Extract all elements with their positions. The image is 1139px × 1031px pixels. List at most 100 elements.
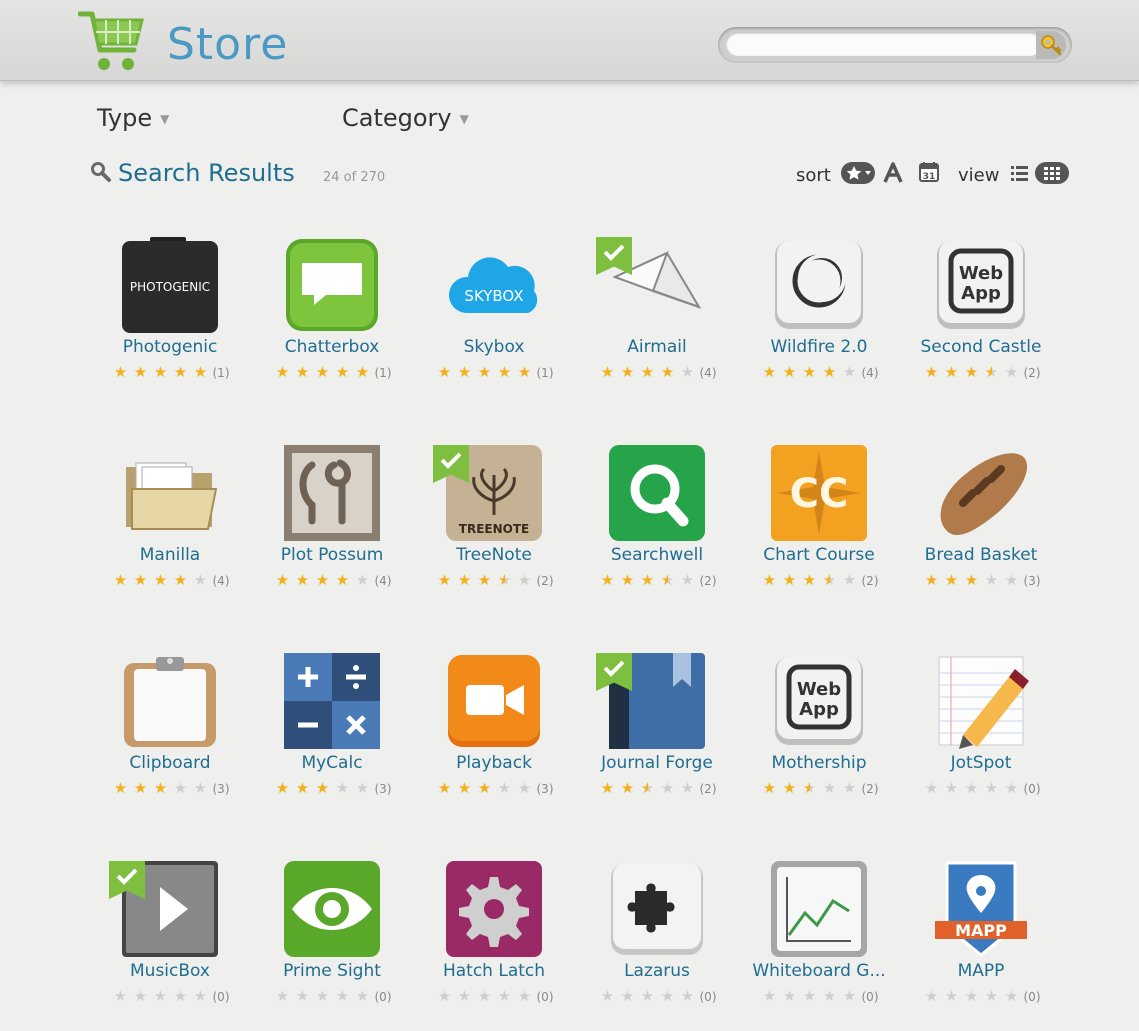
- app-tile[interactable]: Searchwell ★ ★ ★ ★ ★ (2): [576, 445, 738, 615]
- clipboard-icon[interactable]: [122, 653, 218, 749]
- app-name[interactable]: Photogenic: [83, 337, 257, 357]
- grid-view-button[interactable]: [1035, 162, 1069, 188]
- puzzle-icon[interactable]: [609, 861, 705, 957]
- app-name[interactable]: Bread Basket: [894, 545, 1068, 565]
- web-app-icon[interactable]: Web App: [933, 237, 1029, 333]
- app-name[interactable]: Clipboard: [83, 753, 257, 773]
- star-icon: ★: [640, 571, 655, 589]
- star-icon: ★: [842, 987, 857, 1005]
- ring-icon[interactable]: [771, 237, 867, 333]
- map-pin-icon[interactable]: MAPP: [933, 861, 1029, 957]
- app-name[interactable]: Manilla: [83, 545, 257, 565]
- app-tile[interactable]: Bread Basket ★ ★ ★ ★ ★ (3): [900, 445, 1062, 615]
- star-icon: ★: [762, 571, 777, 589]
- app-name[interactable]: Airmail: [570, 337, 744, 357]
- star-icon: ★: [153, 987, 168, 1005]
- app-tile[interactable]: MusicBox ★ ★ ★ ★ ★ (0): [89, 861, 251, 1031]
- app-tile[interactable]: Lazarus ★ ★ ★ ★ ★ (0): [576, 861, 738, 1031]
- app-name[interactable]: Journal Forge: [570, 753, 744, 773]
- gear-icon[interactable]: [446, 861, 542, 957]
- app-name[interactable]: Chart Course: [732, 545, 906, 565]
- sort-alphabetical-button[interactable]: [883, 162, 903, 188]
- type-filter-dropdown[interactable]: Type ▼: [97, 104, 169, 132]
- folder-icon[interactable]: [122, 445, 218, 541]
- star-icon: ★: [295, 571, 310, 589]
- app-tile[interactable]: Wildfire 2.0 ★ ★ ★ ★ ★ (4): [738, 237, 900, 407]
- svg-text:Web: Web: [797, 679, 841, 700]
- app-tile[interactable]: PHOTOGENIC Photogenic ★ ★ ★ ★ ★ (1): [89, 237, 251, 407]
- star-icon: ★: [477, 987, 492, 1005]
- app-tile[interactable]: Web App Second Castle ★ ★ ★ ★ ★ (2): [900, 237, 1062, 407]
- magnifier-q-icon[interactable]: [609, 445, 705, 541]
- app-name[interactable]: Hatch Latch: [407, 961, 581, 981]
- app-name[interactable]: Playback: [407, 753, 581, 773]
- app-name[interactable]: MyCalc: [245, 753, 419, 773]
- plot-possum-icon[interactable]: [284, 445, 380, 541]
- app-tile[interactable]: JotSpot ★ ★ ★ ★ ★ (0): [900, 653, 1062, 823]
- rating-count: (2): [861, 574, 879, 588]
- app-tile[interactable]: MAPP MAPP ★ ★ ★ ★ ★ (0): [900, 861, 1062, 1031]
- star-icon: ★: [477, 363, 492, 381]
- star-icon: ★: [640, 987, 655, 1005]
- photogenic-icon[interactable]: PHOTOGENIC: [122, 237, 218, 333]
- app-tile[interactable]: Plot Possum ★ ★ ★ ★ ★ (4): [251, 445, 413, 615]
- rating-count: (4): [861, 366, 879, 380]
- app-tile[interactable]: Journal Forge ★ ★ ★ ★ ★ (2): [576, 653, 738, 823]
- app-name[interactable]: TreeNote: [407, 545, 581, 565]
- web-app-icon[interactable]: Web App: [771, 653, 867, 749]
- app-tile[interactable]: Whiteboard G... ★ ★ ★ ★ ★ (0): [738, 861, 900, 1031]
- star-icon: ★: [437, 779, 452, 797]
- app-tile[interactable]: Clipboard ★ ★ ★ ★ ★ (3): [89, 653, 251, 823]
- app-name[interactable]: Prime Sight: [245, 961, 419, 981]
- app-tile[interactable]: Prime Sight ★ ★ ★ ★ ★ (0): [251, 861, 413, 1031]
- app-name[interactable]: Second Castle: [894, 337, 1068, 357]
- star-icon: ★: [457, 779, 472, 797]
- app-tile[interactable]: Chatterbox ★ ★ ★ ★ ★ (1): [251, 237, 413, 407]
- app-name[interactable]: Lazarus: [570, 961, 744, 981]
- app-name[interactable]: Wildfire 2.0: [732, 337, 906, 357]
- results-count: 24 of 270: [323, 170, 386, 185]
- app-name[interactable]: MusicBox: [83, 961, 257, 981]
- cloud-icon[interactable]: SKYBOX: [446, 237, 542, 333]
- app-tile[interactable]: Airmail ★ ★ ★ ★ ★ (4): [576, 237, 738, 407]
- compass-cc-icon[interactable]: CC: [771, 445, 867, 541]
- list-view-button[interactable]: [1010, 163, 1030, 187]
- app-name[interactable]: Searchwell: [570, 545, 744, 565]
- bread-icon[interactable]: [933, 445, 1029, 541]
- app-tile[interactable]: CC Chart Course ★ ★ ★ ★ ★ (2): [738, 445, 900, 615]
- eye-icon[interactable]: [284, 861, 380, 957]
- app-tile[interactable]: Manilla ★ ★ ★ ★ ★ (4): [89, 445, 251, 615]
- search-button[interactable]: [1036, 31, 1066, 59]
- star-icon: ★: [517, 363, 532, 381]
- app-name[interactable]: Plot Possum: [245, 545, 419, 565]
- app-tile[interactable]: Web App Mothership ★ ★ ★ ★ ★ (2): [738, 653, 900, 823]
- pencil-paper-icon[interactable]: [933, 653, 1029, 749]
- rating-count: (4): [212, 574, 230, 588]
- rating-count: (3): [536, 782, 554, 796]
- search-input[interactable]: [726, 32, 1042, 56]
- star-icon: ★: [658, 571, 678, 589]
- video-camera-icon[interactable]: [446, 653, 542, 749]
- whiteboard-chart-icon[interactable]: [771, 861, 867, 957]
- app-tile[interactable]: TREENOTE TreeNote ★ ★ ★ ★ ★ (2): [413, 445, 575, 615]
- header-bar: Store: [0, 0, 1139, 81]
- calculator-icon[interactable]: [284, 653, 380, 749]
- app-name[interactable]: JotSpot: [894, 753, 1068, 773]
- star-icon: ★: [964, 987, 979, 1005]
- app-name[interactable]: MAPP: [894, 961, 1068, 981]
- app-tile[interactable]: Hatch Latch ★ ★ ★ ★ ★ (0): [413, 861, 575, 1031]
- sort-by-rating-button[interactable]: [841, 162, 875, 188]
- app-name[interactable]: Skybox: [407, 337, 581, 357]
- app-name[interactable]: Whiteboard G...: [732, 961, 906, 981]
- app-tile[interactable]: MyCalc ★ ★ ★ ★ ★ (3): [251, 653, 413, 823]
- chat-bubble-icon[interactable]: [284, 237, 380, 333]
- app-name[interactable]: Chatterbox: [245, 337, 419, 357]
- star-icon: ★: [437, 363, 452, 381]
- app-tile[interactable]: Playback ★ ★ ★ ★ ★ (3): [413, 653, 575, 823]
- sort-by-date-button[interactable]: 31: [918, 161, 940, 187]
- app-tile[interactable]: SKYBOX Skybox ★ ★ ★ ★ ★ (1): [413, 237, 575, 407]
- star-icon: ★: [820, 571, 840, 589]
- star-icon: ★: [600, 363, 615, 381]
- app-name[interactable]: Mothership: [732, 753, 906, 773]
- category-filter-dropdown[interactable]: Category ▼: [342, 104, 469, 132]
